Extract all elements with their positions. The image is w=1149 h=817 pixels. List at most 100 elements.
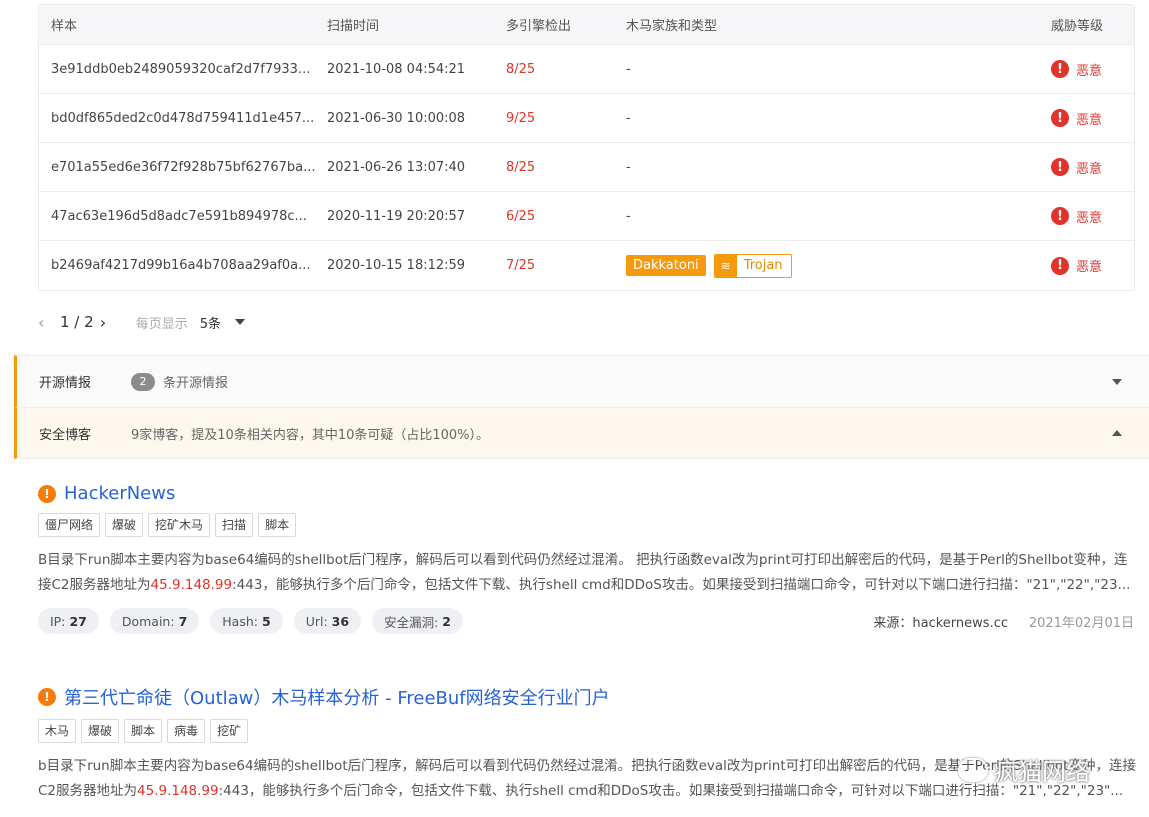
alert-icon: ! — [38, 484, 56, 503]
threat-level-label: 恶意 — [1076, 161, 1103, 177]
ioc-pill-url[interactable]: Url: 36 — [293, 608, 362, 634]
ioc-pill-vuln[interactable]: 安全漏洞: 2 — [372, 608, 463, 634]
alert-icon: ! — [1051, 158, 1069, 176]
pill-label: IP: — [50, 613, 66, 629]
alert-icon: ! — [1051, 60, 1069, 78]
page-size-select[interactable]: 5条 — [200, 313, 245, 332]
watermark-text: 疯猫网络 — [994, 758, 1090, 786]
article-source: 来源：hackernews.cc — [873, 615, 1008, 631]
sample-hash-link[interactable]: bd0df865ded2c0d478d759411d1e457... — [51, 111, 321, 126]
layers-icon: ≋ — [714, 254, 737, 277]
article-tag[interactable]: 木马 — [38, 719, 77, 743]
section-desc-text: 条开源情报 — [163, 376, 229, 391]
collapse-caret-icon[interactable] — [1112, 430, 1122, 436]
article-tag[interactable]: 病毒 — [167, 719, 206, 743]
col-family: 木马家族和类型 — [626, 19, 718, 34]
pill-value: 7 — [178, 613, 188, 629]
pill-label: Url: — [305, 613, 328, 629]
alert-icon: ! — [1051, 109, 1069, 127]
page-size-value: 5条 — [199, 316, 221, 332]
article-tag[interactable]: 爆破 — [105, 513, 144, 537]
family-tags: Dakkatoni ≋ Trojan — [626, 253, 926, 278]
article-tag[interactable]: 僵尸网络 — [38, 513, 101, 537]
detection-ratio: 6/25 — [506, 208, 536, 224]
sample-hash-link[interactable]: b2469af4217d99b16a4b708aa29af0a... — [51, 258, 321, 273]
threat-level: ! 恶意 — [1051, 256, 1131, 275]
pill-label: Hash: — [222, 613, 258, 629]
threat-level: ! 恶意 — [1051, 207, 1131, 226]
summary-part: :443，能够执行多个后门命令，包括文件下载、执行shell cmd和DDoS攻… — [232, 577, 1131, 593]
section-desc: 2 条开源情报 — [131, 372, 228, 391]
sample-hash-link[interactable]: 3e91ddb0eb2489059320caf2d7f7933... — [51, 62, 321, 77]
detection-ratio: 7/25 — [506, 258, 536, 273]
article-title[interactable]: ! HackerNews — [38, 483, 1138, 504]
ioc-pill-hash[interactable]: Hash: 5 — [210, 608, 283, 634]
next-page-icon[interactable]: › — [100, 313, 116, 332]
section-title: 开源情报 — [39, 376, 92, 391]
alert-icon: ! — [1051, 256, 1069, 275]
col-detection: 多引擎检出 — [506, 19, 572, 34]
alert-icon: ! — [38, 688, 56, 706]
article-tag[interactable]: 挖矿木马 — [148, 513, 211, 537]
page-indicator: 1 / 2 — [60, 313, 94, 331]
detection-ratio: 8/25 — [506, 61, 536, 77]
table-row[interactable]: 3e91ddb0eb2489059320caf2d7f7933... 2021-… — [39, 45, 1134, 94]
article-title-text[interactable]: HackerNews — [64, 483, 175, 504]
scan-time: 2020-11-19 20:20:57 — [327, 208, 466, 224]
alert-icon: ! — [1051, 207, 1069, 225]
sample-hash-link[interactable]: 47ac63e196d5d8adc7e591b894978c... — [51, 209, 321, 224]
threat-level-label: 恶意 — [1076, 210, 1103, 226]
table-row[interactable]: b2469af4217d99b16a4b708aa29af0a... 2020-… — [39, 241, 1134, 290]
ioc-pill-domain[interactable]: Domain: 7 — [109, 608, 200, 634]
threat-level-label: 恶意 — [1076, 260, 1103, 275]
prev-page-icon[interactable]: ‹ — [38, 313, 54, 332]
article-tag[interactable]: 爆破 — [81, 719, 120, 743]
table-row[interactable]: e701a55ed6e36f72f928b75bf62767ba... 2021… — [39, 143, 1134, 192]
pill-value: 36 — [331, 613, 350, 629]
article-tag[interactable]: 脚本 — [258, 513, 297, 537]
article-title[interactable]: ! 第三代亡命徒（Outlaw）木马样本分析 - FreeBuf网络安全行业门户 — [38, 684, 1138, 710]
article-tag[interactable]: 挖矿 — [210, 719, 249, 743]
section-title: 安全博客 — [39, 427, 92, 443]
threat-level: ! 恶意 — [1051, 158, 1131, 177]
article-tag[interactable]: 脚本 — [124, 719, 163, 743]
col-sample: 样本 — [51, 19, 78, 34]
col-scan-time: 扫描时间 — [327, 19, 380, 34]
family-empty: - — [626, 61, 631, 77]
scan-time: 2020-10-15 18:12:59 — [327, 258, 466, 273]
expand-caret-icon[interactable] — [1112, 378, 1122, 385]
c2-ip: 45.9.148.99 — [137, 783, 219, 799]
section-open-source[interactable]: 开源情报 2 条开源情报 — [14, 355, 1149, 407]
article-meta: IP: 27 Domain: 7 Hash: 5 Url: 36 安全漏洞: 2 来源：h… — [38, 608, 1138, 634]
threat-level-label: 恶意 — [1076, 63, 1103, 79]
family-tag[interactable]: Dakkatoni — [626, 255, 706, 276]
c2-ip: 45.9.148.99 — [150, 577, 233, 593]
article-date: 2021年02月01日 — [1028, 615, 1134, 631]
type-tag[interactable]: ≋ Trojan — [713, 253, 792, 278]
type-tag-label: Trojan — [743, 258, 783, 273]
section-security-blog[interactable]: 安全博客 9家博客，提及10条相关内容，其中10条可疑（占比100%）。 — [14, 407, 1149, 459]
pill-label: 安全漏洞: — [384, 614, 439, 630]
sample-hash-link[interactable]: e701a55ed6e36f72f928b75bf62767ba... — [51, 160, 321, 175]
section-desc: 9家博客，提及10条相关内容，其中10条可疑（占比100%）。 — [131, 427, 490, 443]
ioc-pill-ip[interactable]: IP: 27 — [38, 608, 99, 634]
detection-ratio: 8/25 — [506, 159, 536, 175]
article-title-text[interactable]: 第三代亡命徒（Outlaw）木马样本分析 - FreeBuf网络安全行业门户 — [64, 684, 610, 710]
count-badge: 2 — [131, 372, 155, 391]
family-empty: - — [626, 110, 631, 126]
threat-level-label: 恶意 — [1076, 112, 1103, 128]
pill-value: 27 — [69, 613, 87, 629]
table-row[interactable]: 47ac63e196d5d8adc7e591b894978c... 2020-1… — [39, 192, 1134, 241]
article-tags: 木马 爆破 脚本 病毒 挖矿 — [38, 719, 1138, 743]
table-header: 样本 扫描时间 多引擎检出 木马家族和类型 威胁等级 — [39, 5, 1134, 45]
family-empty: - — [626, 159, 631, 175]
detection-ratio: 9/25 — [506, 110, 536, 126]
threat-level: ! 恶意 — [1051, 60, 1131, 79]
threat-level: ! 恶意 — [1051, 109, 1131, 128]
page-size-label: 每页显示 — [135, 316, 188, 332]
table-row[interactable]: bd0df865ded2c0d478d759411d1e457... 2021-… — [39, 94, 1134, 143]
article-tag[interactable]: 扫描 — [215, 513, 254, 537]
sample-table: 样本 扫描时间 多引擎检出 木马家族和类型 威胁等级 3e91ddb0eb248… — [38, 4, 1135, 291]
article-summary: B目录下run脚本主要内容为base64编码的shellbot后门程序，解码后可… — [38, 548, 1138, 598]
scan-time: 2021-06-30 10:00:08 — [327, 110, 466, 126]
